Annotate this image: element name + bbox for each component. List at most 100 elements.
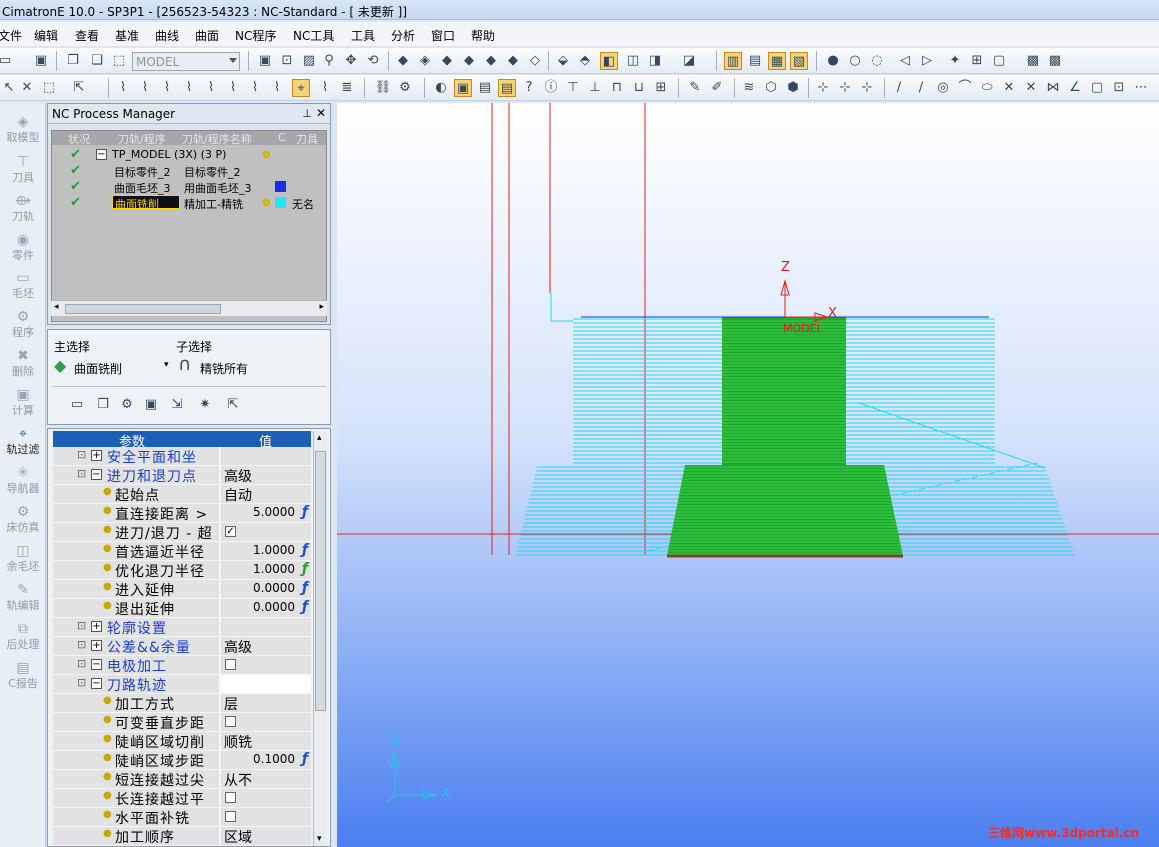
draw-shape-icon[interactable]: ⬭ — [978, 79, 996, 97]
param-row-electrode[interactable]: ⊡ − 电极加工 — [53, 656, 311, 675]
forward-icon[interactable]: ▷ — [918, 52, 936, 70]
select-box-icon[interactable]: ⬚ — [40, 79, 58, 97]
param-row-short-link[interactable]: ● 短连接越过尖 从不 — [53, 770, 311, 789]
toolbar-tool2-icon[interactable]: ⊥ — [586, 79, 604, 97]
strip-part[interactable]: ◉ 零件 — [0, 233, 46, 263]
checkbox[interactable] — [225, 659, 236, 670]
horizontal-scrollbar[interactable]: ◂ ▸ — [51, 300, 327, 316]
function-icon[interactable]: ƒ — [302, 504, 308, 520]
cursor-icon[interactable]: ⇱ — [70, 79, 88, 97]
strip-tool[interactable]: ⊤ 刀具 — [0, 155, 46, 185]
scroll-up-icon[interactable]: ▴ — [317, 433, 322, 443]
param-row-start-point[interactable]: ● 起始点 自动 — [53, 485, 311, 504]
layer3-icon[interactable]: ⬢ — [784, 79, 802, 97]
trim3-icon[interactable]: ⋈ — [1044, 79, 1062, 97]
model-select[interactable]: MODEL — [132, 52, 240, 71]
info-icon[interactable]: ⓘ — [542, 79, 560, 97]
draw-line-icon[interactable]: ∕ — [890, 79, 908, 97]
copy-icon[interactable]: ❐ — [94, 396, 112, 414]
function-icon[interactable]: ƒ — [302, 561, 308, 577]
curve-tool-3-icon[interactable]: ⌇ — [158, 79, 176, 97]
trim-icon[interactable]: ✕ — [1000, 79, 1018, 97]
paste-icon[interactable]: ❏ — [88, 52, 106, 70]
camera-icon[interactable]: ▢ — [990, 52, 1008, 70]
trim2-icon[interactable]: ✕ — [1022, 79, 1040, 97]
pin-icon[interactable]: ⊥ — [302, 107, 312, 120]
zoom-window-icon[interactable]: ▨ — [300, 52, 318, 70]
filter4-icon[interactable]: ▧ — [790, 52, 808, 70]
select-icon[interactable]: ⬚ — [110, 52, 128, 70]
open-icon[interactable]: ▭ — [0, 52, 14, 70]
collapse-icon[interactable]: − — [91, 659, 102, 670]
strip-stock[interactable]: ▭ 毛坯 — [0, 271, 46, 301]
vertical-scrollbar[interactable]: ▴ ▾ — [313, 431, 327, 846]
wizard-icon[interactable]: ✷ — [196, 396, 214, 414]
save-icon[interactable]: ▣ — [32, 52, 50, 70]
zoom-all-icon[interactable]: ⊡ — [278, 52, 296, 70]
view-iso-icon[interactable]: ◆ — [394, 52, 412, 70]
curve-tool-5-icon[interactable]: ⌇ — [202, 79, 220, 97]
filter-icon[interactable]: ▥ — [724, 52, 742, 70]
menu-surface[interactable]: 曲面 — [195, 27, 219, 44]
curve-tool-7-icon[interactable]: ⌇ — [246, 79, 264, 97]
col-tool[interactable]: 刀具 — [296, 131, 318, 147]
param-row-approach-radius[interactable]: ● 首选逼近半径 1.0000 ƒ — [53, 542, 311, 561]
zoom-box-icon[interactable]: ▣ — [256, 52, 274, 70]
rect-icon[interactable]: ▢ — [1088, 79, 1106, 97]
expand-icon[interactable]: + — [91, 450, 102, 461]
toolbar-tool-icon[interactable]: ⊤ — [564, 79, 582, 97]
close-icon[interactable]: ✕ — [316, 106, 326, 120]
param-row-steep-cut[interactable]: ● 陡峭区域切削 顺铣 — [53, 732, 311, 751]
param-row-steep-step[interactable]: ● 陡峭区域步距 0.1000 ƒ — [53, 751, 311, 770]
toolbar-tool4-icon[interactable]: ⊔ — [630, 79, 648, 97]
scroll-thumb[interactable] — [315, 451, 326, 711]
wireframe-icon[interactable]: ◫ — [624, 52, 642, 70]
param-row-tolerance[interactable]: ⊡ + 公差&&余量 高级 — [53, 637, 311, 656]
xyz-icon[interactable]: ⋯ — [1132, 79, 1150, 97]
view-front-icon[interactable]: ◈ — [416, 52, 434, 70]
param-row-retract-radius[interactable]: ● 优化退刀半径 1.0000 ƒ — [53, 561, 311, 580]
arrow-icon[interactable]: ↖ — [0, 79, 18, 97]
layer-icon[interactable]: ≋ — [740, 79, 758, 97]
tree-row-surface-stock[interactable]: ✔ 曲面毛坯_3 用曲面毛坯_3 — [52, 179, 326, 195]
sub-selection-dropdown[interactable]: ∩ 精铣所有 — [176, 354, 276, 378]
param-row-direct-distance[interactable]: ● 直连接距离 > 5.0000 ƒ — [53, 504, 311, 523]
collapse-icon[interactable]: − — [91, 678, 102, 689]
curve-tool-4-icon[interactable]: ⌇ — [180, 79, 198, 97]
menu-file[interactable]: 文件 — [0, 27, 22, 44]
toolpath-filter-icon[interactable]: ⌖ — [292, 79, 310, 97]
checkbox[interactable] — [225, 716, 236, 727]
list-icon[interactable]: ≣ — [338, 79, 356, 97]
col-toolpath[interactable]: 刀轨/程序 — [118, 131, 166, 147]
function-icon[interactable]: ƒ — [302, 751, 308, 767]
tool-params-icon[interactable]: ⚙ — [118, 396, 136, 414]
param-row-contour[interactable]: ⊡ + 轮廓设置 — [53, 618, 311, 637]
curve-tool-8-icon[interactable]: ⌇ — [268, 79, 286, 97]
strip-delete[interactable]: ✖ 删除 — [0, 349, 46, 379]
menu-tools[interactable]: 工具 — [351, 27, 375, 44]
render-icon[interactable]: ◪ — [680, 52, 698, 70]
pan-icon[interactable]: ✥ — [342, 52, 360, 70]
toolbar-tool3-icon[interactable]: ⊓ — [608, 79, 626, 97]
param-row-entry-extension[interactable]: ● 进入延伸 0.0000 ƒ — [53, 580, 311, 599]
col-toolpath-name[interactable]: 刀轨/程序名称 — [182, 131, 252, 147]
delete-icon[interactable]: ✕ — [18, 79, 36, 97]
frame-icon[interactable]: ⊡ — [1110, 79, 1128, 97]
menu-curve[interactable]: 曲线 — [155, 27, 179, 44]
menu-datum[interactable]: 基准 — [115, 27, 139, 44]
draw-arc-icon[interactable]: ⌒ — [956, 79, 974, 97]
rotate-icon[interactable]: ⟲ — [364, 52, 382, 70]
strip-toolpath[interactable]: ⟴ 刀轨 — [0, 194, 46, 224]
menu-nc-program[interactable]: NC程序 — [235, 27, 276, 44]
param-row-toolpath[interactable]: ⊡ − 刀路轨迹 — [53, 675, 311, 694]
layer2-icon[interactable]: ⬡ — [762, 79, 780, 97]
zoom-icon[interactable]: ⚲ — [320, 52, 338, 70]
param-row-machining-mode[interactable]: ● 加工方式 层 — [53, 694, 311, 713]
param-row-exit-extension[interactable]: ● 退出延伸 0.0000 ƒ — [53, 599, 311, 618]
expand-icon[interactable]: + — [91, 640, 102, 651]
curve-tool-9-icon[interactable]: ⌇ — [316, 79, 334, 97]
scroll-left-icon[interactable]: ◂ — [54, 302, 59, 312]
param-row-approach-over[interactable]: ● 进刀/退刀 - 超 ✓ — [53, 523, 311, 542]
toolbar-tool5-icon[interactable]: ⊞ — [652, 79, 670, 97]
curve-tool-6-icon[interactable]: ⌇ — [224, 79, 242, 97]
